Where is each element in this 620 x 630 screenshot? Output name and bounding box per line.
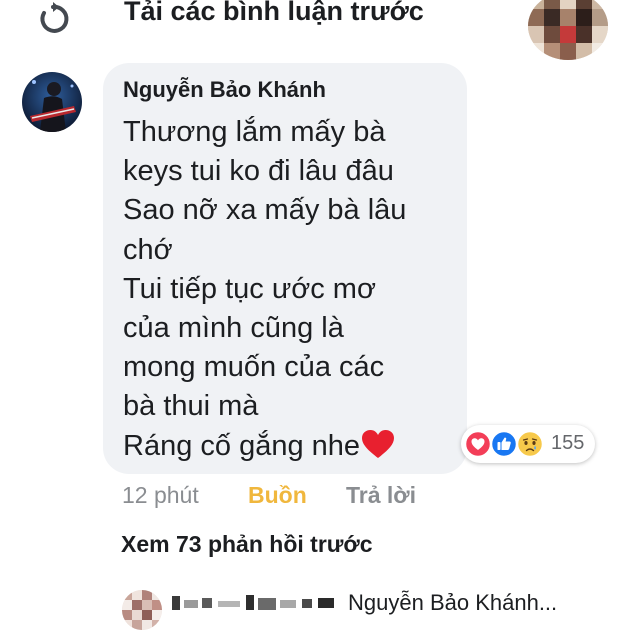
comment-actions: 12 phút Buồn Trả lời <box>0 482 620 514</box>
comment-line: Sao nỡ xa mấy bà lâu <box>123 194 407 227</box>
reactions-summary[interactable]: 155 <box>461 425 595 463</box>
reaction-count: 155 <box>551 432 585 454</box>
comment-line: Ráng cố gắng nhe <box>123 429 361 462</box>
love-reaction-icon <box>465 431 491 457</box>
top-avatar[interactable] <box>528 0 608 60</box>
comment-last-line: Ráng cố gắng nhe <box>123 427 463 466</box>
comment-line: Thương lắm mấy bà <box>123 116 386 148</box>
comment-line: keys tui ko đi lâu đâu <box>123 155 394 188</box>
comment-line: mong muốn của các <box>123 351 385 384</box>
sad-reaction-icon <box>517 431 543 457</box>
comment-line: của mình cũng là <box>123 312 344 345</box>
comment-timestamp[interactable]: 12 phút <box>122 482 199 509</box>
comment-line: Tui tiếp tục ước mơ <box>123 272 376 305</box>
reply-preview-text: Nguyễn Bảo Khánh... <box>348 590 558 615</box>
comment-body: Thương lắm mấy bà keys tui ko đi lâu đâu… <box>123 113 463 466</box>
comment-author[interactable]: Nguyễn Bảo Khánh <box>123 77 326 103</box>
comment-bubble: Nguyễn Bảo Khánh Thương lắm mấy bà keys … <box>103 63 467 474</box>
like-reaction-icon <box>491 431 517 457</box>
load-previous-comments[interactable]: Tải các bình luận trước <box>0 0 620 40</box>
view-previous-replies-link[interactable]: Xem 73 phản hồi trước <box>121 531 373 558</box>
comment-line: bà thui mà <box>123 390 259 423</box>
react-button[interactable]: Buồn <box>248 482 307 509</box>
blurred-reply-name <box>172 595 334 610</box>
load-previous-label: Tải các bình luận trước <box>124 0 424 26</box>
reply-avatar[interactable] <box>122 590 162 630</box>
reply-button[interactable]: Trả lời <box>346 482 416 509</box>
heart-emoji-icon <box>362 429 395 458</box>
refresh-icon <box>40 2 69 33</box>
reply-preview[interactable]: Nguyễn Bảo Khánh... <box>0 582 620 630</box>
comment-line: chớ <box>123 233 173 266</box>
commenter-avatar[interactable] <box>22 72 82 132</box>
